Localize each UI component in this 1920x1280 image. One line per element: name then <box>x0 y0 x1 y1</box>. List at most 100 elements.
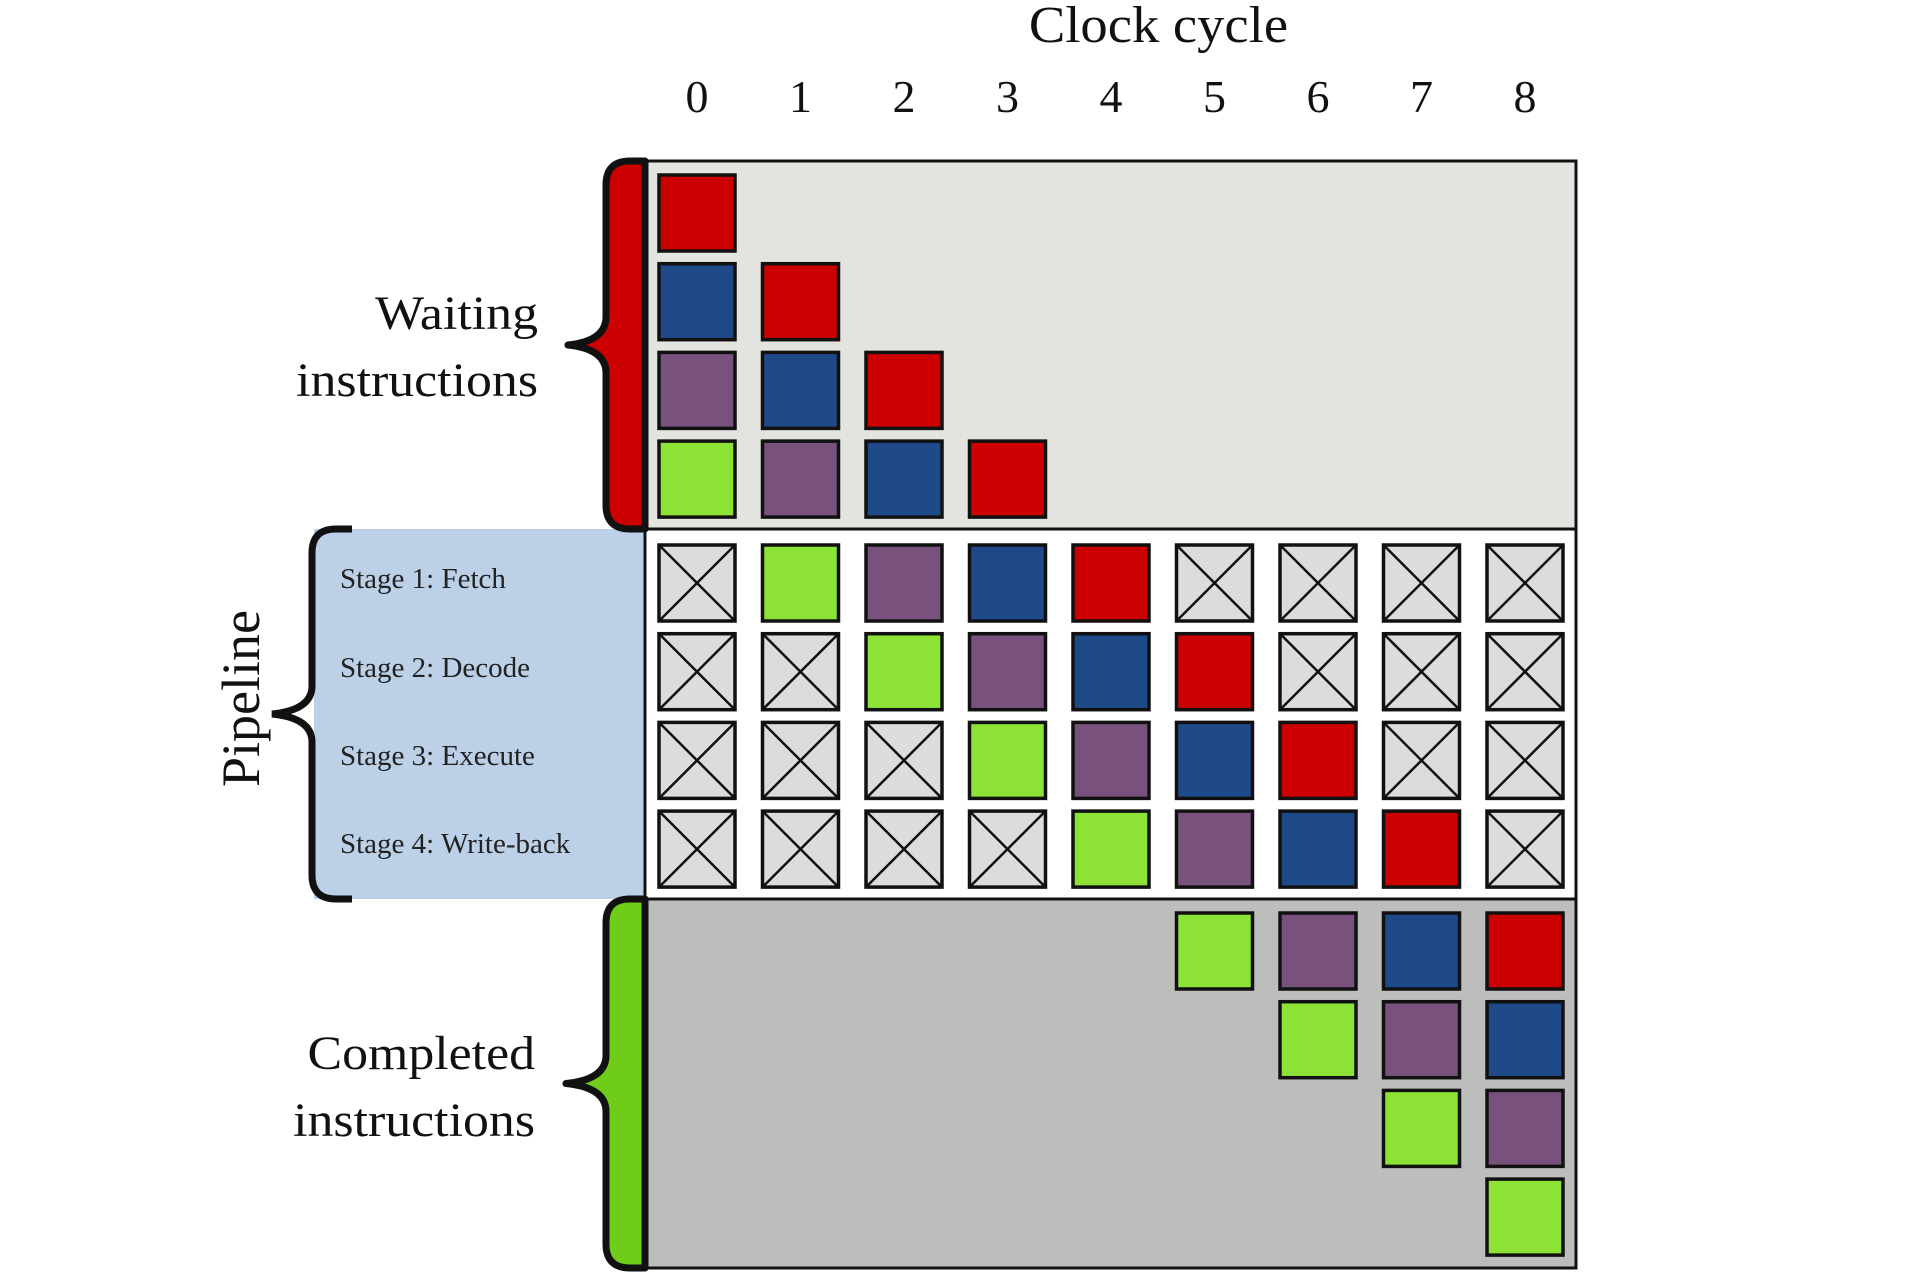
waiting-instruction-cell <box>760 439 841 519</box>
instruction-purple <box>967 631 1048 712</box>
pipeline-stage-cell <box>1071 809 1151 889</box>
instruction-green <box>760 543 841 623</box>
pipeline-stage-cell <box>1381 543 1462 623</box>
pipeline-stage-cell <box>1174 809 1255 889</box>
pipeline-stage-cell <box>1278 720 1358 801</box>
instruction-blue <box>967 543 1048 623</box>
instruction-purple <box>1071 720 1151 801</box>
instruction-purple <box>1381 999 1462 1080</box>
pipeline-diagram: Clock cycle 0 1 2 3 4 5 6 7 8 Waiting in… <box>0 0 1920 1280</box>
pipeline-stage-cell <box>1381 809 1462 889</box>
completed-instruction-cell <box>1174 911 1255 991</box>
instruction-blue <box>864 439 944 519</box>
instruction-red <box>760 261 841 342</box>
pipeline-stage-cell <box>864 631 944 712</box>
pipeline-stage-cell <box>967 720 1048 801</box>
instruction-purple <box>657 350 737 431</box>
completed-instruction-cell <box>1381 1088 1462 1169</box>
cycle-tick-label: 8 <box>1513 71 1537 122</box>
waiting-instruction-cell <box>657 350 737 431</box>
waiting-instruction-cell <box>760 350 841 431</box>
pipeline-stage-cell <box>967 543 1048 623</box>
cycle-tick-label: 6 <box>1306 71 1330 122</box>
instruction-blue <box>657 261 737 342</box>
instruction-purple <box>1278 911 1358 991</box>
instruction-green <box>1174 911 1255 991</box>
cycle-tick-label: 2 <box>892 71 916 122</box>
pipeline-stage-cell <box>967 631 1048 712</box>
pipeline-stage-cell <box>1278 543 1358 623</box>
pipeline-stage-cell <box>967 809 1048 889</box>
completed-instruction-cell <box>1485 1177 1565 1257</box>
pipeline-stage-cell <box>657 720 737 801</box>
waiting-instruction-cell <box>864 439 944 519</box>
cycle-tick-label: 5 <box>1203 71 1226 122</box>
pipeline-stage-cell <box>1485 720 1565 801</box>
completed-label: Completed instructions <box>146 1020 535 1154</box>
waiting-instruction-cell <box>657 261 737 342</box>
completed-instruction-cell <box>1278 999 1358 1080</box>
pipeline-stage-cell <box>760 720 841 801</box>
pipeline-stage-cell <box>1174 543 1255 623</box>
instruction-red <box>1174 631 1255 712</box>
instruction-green <box>1381 1088 1462 1169</box>
instruction-green <box>1485 1177 1565 1257</box>
completed-instruction-cell <box>1381 911 1462 991</box>
pipeline-stage-cell <box>1381 720 1462 801</box>
completed-instruction-cell <box>1485 911 1565 991</box>
cycle-tick-label: 1 <box>789 71 812 122</box>
pipeline-stage-cell <box>1278 631 1358 712</box>
waiting-instruction-cell <box>657 439 737 519</box>
pipeline-stage-cell <box>657 543 737 623</box>
instruction-purple <box>864 543 944 623</box>
completed-label-line1: Completed <box>307 1027 535 1080</box>
waiting-label-line2: instructions <box>296 354 538 407</box>
axis-title: Clock cycle <box>1028 0 1289 54</box>
waiting-label-line1: Waiting <box>375 287 538 340</box>
pipeline-stage-cell <box>760 543 841 623</box>
waiting-instruction-cell <box>967 439 1048 519</box>
pipeline-stage-cell <box>657 631 737 712</box>
instruction-red <box>864 350 944 431</box>
pipeline-stage-cell <box>760 809 841 889</box>
pipeline-stage-cell <box>760 631 841 712</box>
instruction-blue <box>760 350 841 431</box>
instruction-blue <box>1381 911 1462 991</box>
waiting-instruction-cell <box>760 261 841 342</box>
instruction-blue <box>1071 631 1151 712</box>
stage-label-decode: Stage 2: Decode <box>340 652 531 684</box>
instruction-green <box>967 720 1048 801</box>
instruction-red <box>1381 809 1462 889</box>
completed-instruction-cell <box>1485 999 1565 1080</box>
pipeline-stage-cell <box>1381 631 1462 712</box>
instruction-blue <box>1278 809 1358 889</box>
pipeline-stage-cell <box>1485 543 1565 623</box>
pipeline-label: Pipeline <box>211 610 271 787</box>
cycle-tick-label: 0 <box>685 71 709 122</box>
instruction-green <box>1071 809 1151 889</box>
stage-label-write-back: Stage 4: Write-back <box>340 828 571 860</box>
instruction-purple <box>1485 1088 1565 1169</box>
instruction-green <box>1278 999 1358 1080</box>
pipeline-stage-cell <box>1485 809 1565 889</box>
pipeline-stage-cell <box>864 809 944 889</box>
stage-label-fetch: Stage 1: Fetch <box>340 563 506 595</box>
pipeline-stage-cell <box>1174 631 1255 712</box>
waiting-instruction-cell <box>864 350 944 431</box>
cycle-tick-label: 4 <box>1099 71 1123 122</box>
stage-label-execute: Stage 3: Execute <box>340 740 535 772</box>
instruction-purple <box>1174 809 1255 889</box>
completed-instruction-cell <box>1278 911 1358 991</box>
pipeline-stage-cell <box>1071 720 1151 801</box>
waiting-instruction-cell <box>657 173 737 253</box>
instruction-red <box>1071 543 1151 623</box>
pipeline-stage-cell <box>1485 631 1565 712</box>
instruction-green <box>864 631 944 712</box>
cycle-tick-label: 3 <box>996 71 1019 122</box>
instruction-purple <box>760 439 841 519</box>
cycle-tick-label: 7 <box>1410 71 1433 122</box>
pipeline-stage-cell <box>864 543 944 623</box>
waiting-brace-icon <box>564 157 649 533</box>
instruction-red <box>1485 911 1565 991</box>
pipeline-stage-cell <box>1071 543 1151 623</box>
